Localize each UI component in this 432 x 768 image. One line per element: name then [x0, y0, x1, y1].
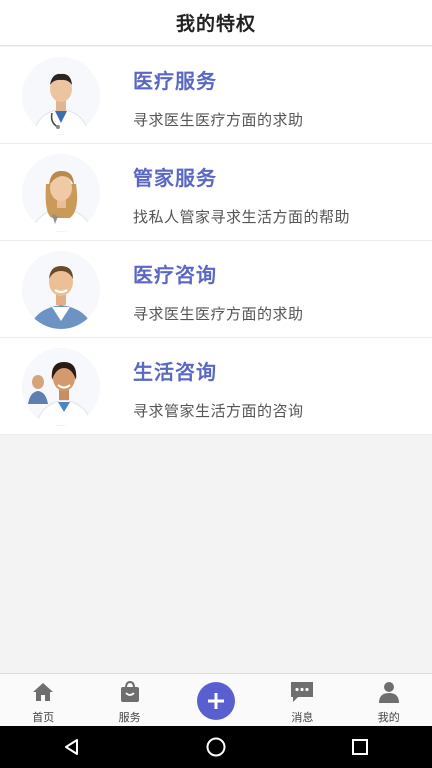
- tab-service[interactable]: 服务: [87, 674, 173, 727]
- list-item-butler-service[interactable]: 管家服务 找私人管家寻求生活方面的帮助: [0, 144, 432, 241]
- recents-square-icon: [352, 739, 368, 755]
- item-description: 寻求医生医疗方面的求助: [133, 111, 304, 129]
- list-item-medical-consult[interactable]: 医疗咨询 寻求医生医疗方面的求助: [0, 241, 432, 338]
- system-navigation-bar: [0, 726, 432, 768]
- add-button[interactable]: [196, 682, 235, 720]
- recents-button[interactable]: [330, 726, 390, 768]
- bottom-tab-bar: 首页 服务 消息 我的: [0, 673, 432, 726]
- home-nav-button[interactable]: [186, 726, 246, 768]
- page-title: 我的特权: [175, 13, 256, 35]
- item-description: 寻求管家生活方面的咨询: [133, 402, 304, 420]
- tab-home[interactable]: 首页: [0, 674, 86, 727]
- top-bar: 我的特权: [0, 0, 432, 46]
- doctor-male-avatar-icon: [22, 57, 100, 135]
- back-button[interactable]: [42, 726, 102, 768]
- item-title: 医疗服务: [133, 69, 217, 93]
- doctor-female-avatar-icon: [22, 348, 100, 426]
- user-icon: [376, 680, 402, 704]
- housekeeper-female-avatar-icon: [22, 154, 100, 232]
- tab-add[interactable]: [173, 674, 259, 727]
- item-description: 寻求医生医疗方面的求助: [133, 305, 304, 323]
- doctor-male-young-avatar-icon: [22, 251, 100, 329]
- home-circle-icon: [206, 737, 226, 757]
- tab-profile[interactable]: 我的: [346, 674, 432, 727]
- back-triangle-icon: [65, 739, 78, 755]
- list-item-medical-service[interactable]: 医疗服务 寻求医生医疗方面的求助: [0, 47, 432, 144]
- item-title: 生活咨询: [133, 360, 217, 384]
- tab-label: 我的: [377, 711, 400, 724]
- plus-icon: [207, 693, 224, 709]
- list-item-life-consult[interactable]: 生活咨询 寻求管家生活方面的咨询: [0, 338, 432, 435]
- item-description: 找私人管家寻求生活方面的帮助: [133, 208, 351, 226]
- item-title: 医疗咨询: [133, 263, 217, 287]
- tab-label: 消息: [291, 711, 314, 724]
- chat-icon: [289, 680, 315, 704]
- tab-label: 服务: [118, 711, 141, 724]
- privilege-list: 医疗服务 寻求医生医疗方面的求助 管家服务 找私人管家寻求生活方面的帮助 医疗咨…: [0, 47, 432, 435]
- home-icon: [30, 680, 56, 704]
- tab-label: 首页: [32, 711, 55, 724]
- item-title: 管家服务: [133, 166, 217, 190]
- bag-icon: [117, 680, 143, 704]
- tab-messages[interactable]: 消息: [259, 674, 345, 727]
